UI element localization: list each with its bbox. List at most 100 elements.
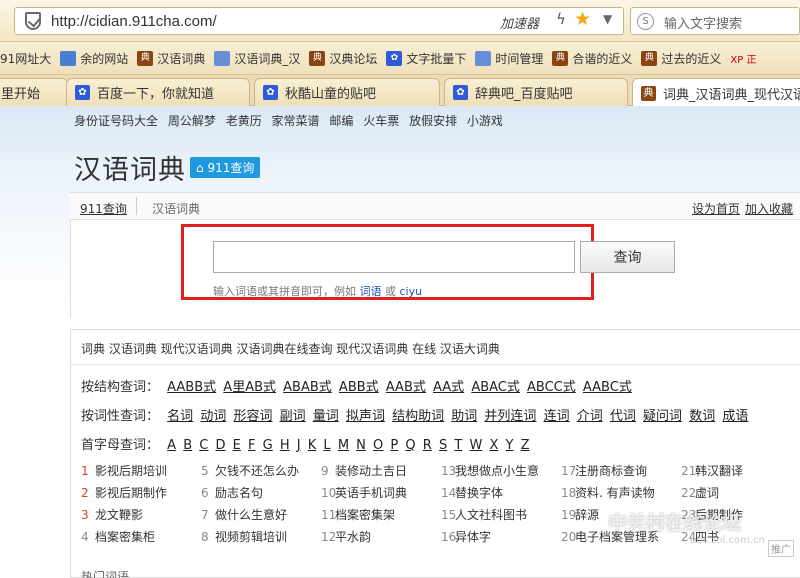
hot-item[interactable]: 18资料. 有声读物 [561,484,681,506]
bookmark-item[interactable]: 典汉典论坛 [309,50,377,67]
breadcrumb-home-link[interactable]: 911查询 [80,200,127,217]
tab-item-active[interactable]: 典词典_汉语词典_现代汉语 [632,78,800,107]
initial-link[interactable]: L [323,438,330,453]
bookmark-item[interactable]: 典合谐的近义 [552,50,632,67]
structure-link[interactable]: AA式 [433,380,464,395]
initial-link[interactable]: J [297,438,301,453]
initial-link[interactable]: H [280,438,290,453]
hot-item[interactable]: 2 影视后期制作 [81,484,201,506]
hot-item[interactable]: 6 励志名句 [201,484,321,506]
bookmark-item[interactable]: 余的网站 [60,50,128,67]
structure-link[interactable]: AABB式 [167,380,216,395]
pos-link[interactable]: 数词 [689,409,715,424]
hot-item[interactable]: 10英语手机词典 [321,484,441,506]
hot-item[interactable]: 3 龙文鞭影 [81,506,201,528]
bookmark-item[interactable]: 91网址大 [0,50,51,67]
initial-link[interactable]: R [423,438,432,453]
hot-item[interactable]: 22虚词 [681,484,800,506]
hot-item[interactable]: 1 影视后期培训 [81,462,201,484]
shield-icon[interactable] [25,12,41,30]
initial-link[interactable]: Z [521,438,530,453]
hot-item[interactable]: 17注册商标查询 [561,462,681,484]
hot-item[interactable]: 13我想做点小生意 [441,462,561,484]
tab-item[interactable]: 里开始 [0,78,68,106]
initial-link[interactable]: D [215,438,225,453]
tab-item[interactable]: ✿ 辞典吧_百度贴吧 [444,78,628,106]
pos-link[interactable]: 介词 [577,409,603,424]
hot-item[interactable]: 21韩汉翻译 [681,462,800,484]
hot-item[interactable]: 8 视频剪辑培训 [201,528,321,550]
bookmark-item[interactable]: 汉语词典_汉 [214,50,300,67]
search-engine-icon[interactable]: S [637,13,654,30]
initial-link[interactable]: B [183,438,192,453]
pos-link[interactable]: 连词 [544,409,570,424]
initial-link[interactable]: Q [405,438,415,453]
site-badge[interactable]: ⌂ 911查询 [190,157,261,178]
top-link[interactable]: 小游戏 [467,114,503,128]
bookmark-item[interactable]: 时间管理 [475,50,543,67]
bookmark-item[interactable]: XP 正 [730,51,756,66]
pos-link[interactable]: 动词 [200,409,226,424]
hot-item[interactable]: 7 做什么生意好 [201,506,321,528]
pos-link[interactable]: 拟声词 [346,409,385,424]
search-button[interactable]: 查询 [580,241,675,273]
add-favorite-link[interactable]: 加入收藏 [745,200,793,217]
bookmark-item[interactable]: ✿ 文字批量下 [386,50,466,67]
hot-item[interactable]: 4 档案密集柜 [81,528,201,550]
structure-link[interactable]: ABAC式 [471,380,520,395]
top-link[interactable]: 家常菜谱 [272,114,320,128]
hot-item[interactable]: 15人文社科图书 [441,506,561,528]
pos-link[interactable]: 代词 [610,409,636,424]
structure-link[interactable]: ABB式 [339,380,379,395]
initial-link[interactable]: C [199,438,208,453]
initial-link[interactable]: A [167,438,176,453]
structure-link[interactable]: AAB式 [386,380,426,395]
search-input[interactable] [213,241,575,273]
structure-link[interactable]: A里AB式 [223,380,276,395]
example-link[interactable]: ciyu [400,285,423,298]
hot-item[interactable]: 16异体字 [441,528,561,550]
initial-link[interactable]: X [489,438,498,453]
initial-link[interactable]: P [390,438,398,453]
set-homepage-link[interactable]: 设为首页 [692,200,740,217]
chevron-down-icon[interactable]: ▼ [603,12,612,26]
initial-link[interactable]: Y [506,438,514,453]
initial-link[interactable]: M [338,438,349,453]
structure-link[interactable]: ABAB式 [283,380,332,395]
pos-link[interactable]: 成语 [722,409,748,424]
pos-link[interactable]: 量词 [313,409,339,424]
pos-link[interactable]: 名词 [167,409,193,424]
top-link[interactable]: 周公解梦 [168,114,216,128]
top-link[interactable]: 身份证号码大全 [74,114,158,128]
bolt-icon[interactable]: ϟ [556,10,566,28]
top-link[interactable]: 老黄历 [226,114,262,128]
browser-search-box[interactable]: S 输入文字搜索 [630,7,800,35]
top-link[interactable]: 邮编 [329,114,353,128]
hot-item[interactable]: 5 欠钱不还怎么办 [201,462,321,484]
initial-link[interactable]: S [439,438,447,453]
tab-item[interactable]: ✿ 秋酷山童的贴吧 [254,78,440,106]
example-link[interactable]: 词语 [360,285,382,298]
star-icon[interactable]: ★ [574,8,591,30]
pos-link[interactable]: 副词 [280,409,306,424]
accelerator-button[interactable]: 加速器 [500,13,539,32]
structure-link[interactable]: ABCC式 [527,380,576,395]
hot-item[interactable]: 11档案密集架 [321,506,441,528]
bookmark-item[interactable]: 典过去的近义 [641,50,721,67]
initial-link[interactable]: W [469,438,482,453]
structure-link[interactable]: AABC式 [583,380,632,395]
pos-link[interactable]: 并列连词 [484,409,536,424]
pos-link[interactable]: 助词 [451,409,477,424]
initial-link[interactable]: F [248,438,255,453]
pos-link[interactable]: 形容词 [233,409,272,424]
top-link[interactable]: 火车票 [363,114,399,128]
url-text[interactable]: http://cidian.911cha.com/ [51,13,217,30]
pos-link[interactable]: 结构助词 [392,409,444,424]
initial-link[interactable]: G [263,438,273,453]
hot-item[interactable]: 12平水韵 [321,528,441,550]
initial-link[interactable]: O [373,438,383,453]
initial-link[interactable]: E [233,438,241,453]
pos-link[interactable]: 疑问词 [643,409,682,424]
hot-item[interactable]: 14替换字体 [441,484,561,506]
bookmark-item[interactable]: 典汉语词典 [137,50,205,67]
